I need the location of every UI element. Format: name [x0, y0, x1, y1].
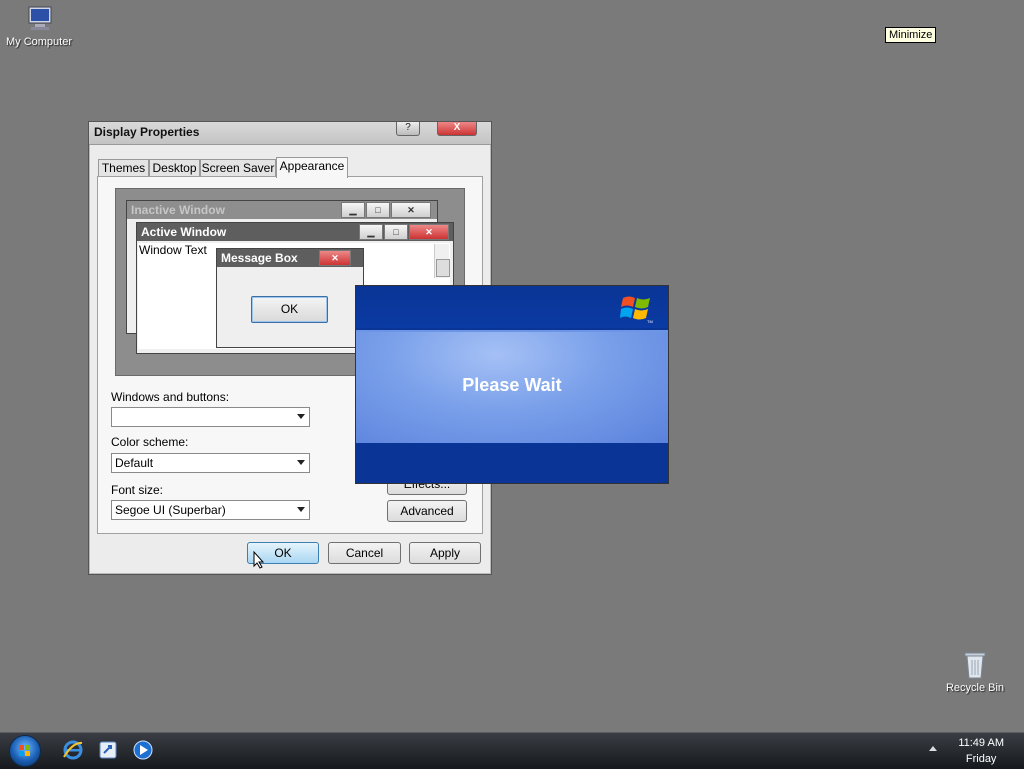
- please-wait-dialog: TM Please Wait: [355, 285, 669, 484]
- advanced-button[interactable]: Advanced: [387, 500, 467, 522]
- help-button[interactable]: ?: [396, 122, 420, 136]
- color-scheme-label: Color scheme:: [111, 435, 189, 449]
- clock-time: 11:49 AM: [958, 737, 1004, 749]
- preview-message-ok: OK: [251, 296, 328, 323]
- please-wait-text: Please Wait: [462, 375, 562, 395]
- clock-day: Friday: [965, 753, 997, 765]
- recycle-bin-icon[interactable]: Recycle Bin: [937, 650, 1013, 694]
- chevron-down-icon: [297, 414, 305, 419]
- chevron-down-icon: [297, 507, 305, 512]
- tab-themes[interactable]: Themes: [98, 159, 149, 177]
- tab-appearance[interactable]: Appearance: [276, 157, 348, 178]
- chevron-down-icon: [297, 460, 305, 465]
- font-size-select[interactable]: Segoe UI (Superbar): [111, 500, 310, 520]
- preview-maximize-icon: □: [366, 202, 390, 218]
- apply-button[interactable]: Apply: [409, 542, 481, 564]
- splash-body: Please Wait: [356, 330, 668, 443]
- mouse-cursor-icon: [253, 551, 265, 569]
- color-scheme-select[interactable]: Default: [111, 453, 310, 473]
- minimize-tooltip: Minimize: [885, 27, 937, 43]
- splash-header: TM: [356, 286, 668, 328]
- preview-message-close-icon: ✕: [319, 250, 351, 266]
- preview-active-minimize-icon: ▁: [359, 224, 383, 240]
- windows-logo-icon: [19, 745, 30, 756]
- close-icon: X: [453, 122, 461, 133]
- computer-icon: [28, 6, 52, 30]
- start-button[interactable]: [9, 735, 41, 767]
- preview-active-close-icon: ✕: [409, 224, 449, 240]
- windows-buttons-select[interactable]: [111, 407, 310, 427]
- title-bar[interactable]: Display Properties ? X: [89, 122, 491, 145]
- media-player-icon[interactable]: [132, 739, 154, 761]
- recycle-bin-glyph-icon: [964, 652, 986, 679]
- preview-minimize-icon: ▁: [341, 202, 365, 218]
- svg-text:TM: TM: [647, 319, 653, 324]
- show-hidden-icons-icon[interactable]: [929, 746, 937, 751]
- preview-close-icon: ✕: [391, 202, 431, 218]
- cancel-button[interactable]: Cancel: [328, 542, 401, 564]
- preview-message-title: Message Box: [221, 251, 298, 265]
- recycle-bin-label: Recycle Bin: [945, 682, 1005, 694]
- internet-explorer-icon[interactable]: [62, 739, 84, 761]
- tab-desktop[interactable]: Desktop: [149, 159, 200, 177]
- system-clock[interactable]: 11:49 AM Friday: [958, 735, 1004, 767]
- explorer-icon[interactable]: [97, 739, 119, 761]
- preview-active-maximize-icon: □: [384, 224, 408, 240]
- my-computer-label: My Computer: [5, 36, 73, 48]
- my-computer-icon[interactable]: My Computer: [1, 4, 77, 48]
- preview-active-title: Active Window: [141, 225, 227, 239]
- windows-logo-icon: TM: [620, 296, 653, 324]
- preview-message-box: Message Box ✕ OK: [216, 248, 364, 348]
- preview-scrollbar: [434, 244, 450, 278]
- close-button[interactable]: X: [437, 122, 477, 136]
- taskbar: 11:49 AM Friday: [0, 732, 1024, 769]
- font-size-label: Font size:: [111, 483, 164, 497]
- windows-buttons-label: Windows and buttons:: [111, 390, 230, 404]
- window-title: Display Properties: [94, 125, 200, 139]
- preview-window-text: Window Text: [139, 243, 207, 257]
- preview-inactive-title: Inactive Window: [131, 203, 225, 217]
- tab-screen-saver[interactable]: Screen Saver: [200, 159, 276, 177]
